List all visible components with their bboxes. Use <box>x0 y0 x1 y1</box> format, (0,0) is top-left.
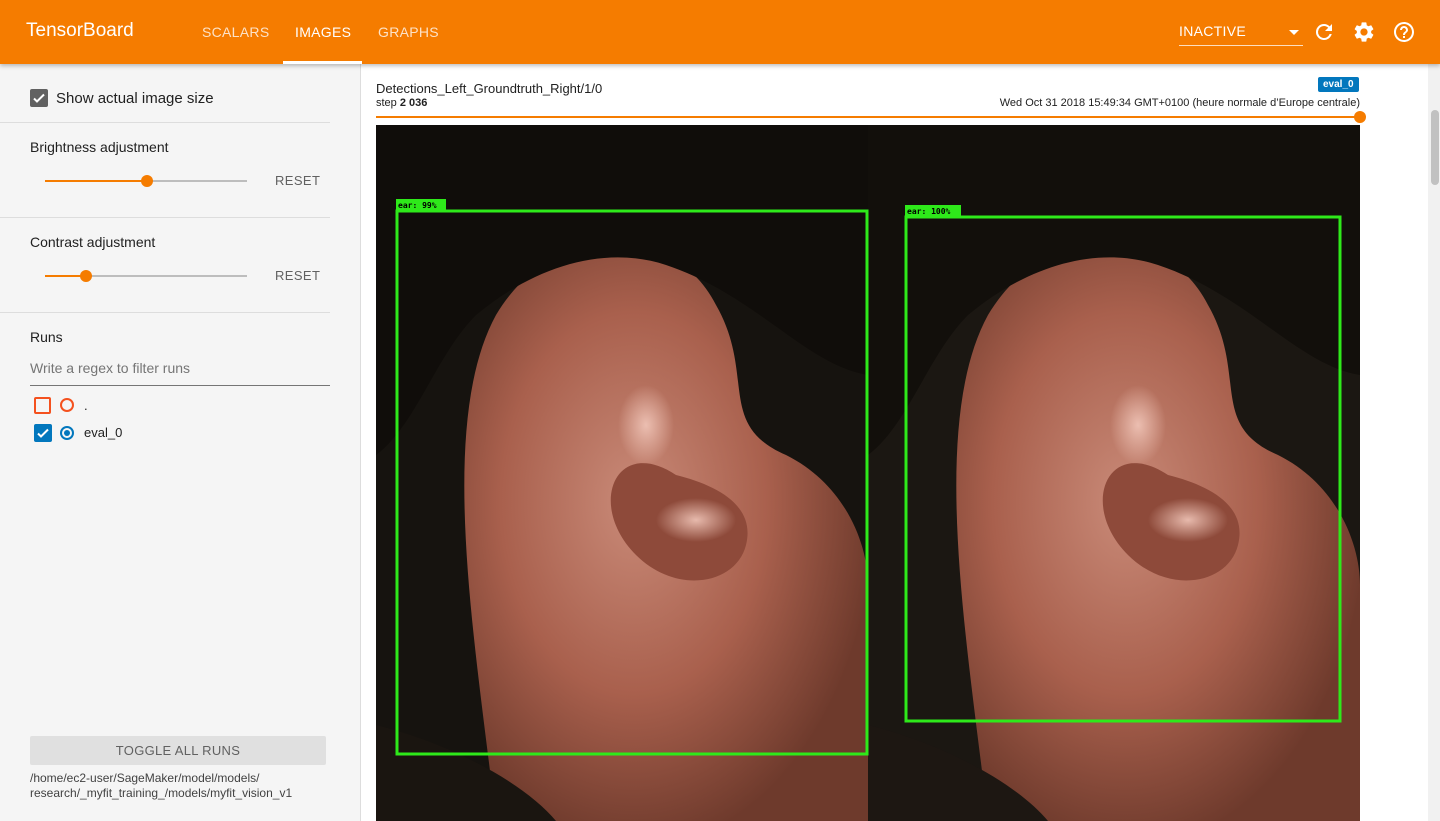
run-status-value: INACTIVE <box>1179 23 1246 39</box>
contrast-slider-knob[interactable] <box>80 270 92 282</box>
image-card-tag: Detections_Left_Groundtruth_Right/1/0 <box>376 81 603 96</box>
active-tab-indicator <box>283 61 362 64</box>
top-app-bar: TensorBoard SCALARS IMAGES GRAPHS INACTI… <box>0 0 1440 64</box>
section-divider <box>0 217 330 218</box>
right-panel <box>868 125 1360 821</box>
tab-images[interactable]: IMAGES <box>295 24 351 40</box>
step-slider-track[interactable] <box>376 116 1360 118</box>
logdir-path: /home/ec2-user/SageMaker/model/models/ r… <box>30 771 340 801</box>
chevron-down-icon <box>1289 30 1299 35</box>
show-actual-size-label: Show actual image size <box>56 90 214 107</box>
brightness-label: Brightness adjustment <box>30 139 169 155</box>
toggle-all-runs-button[interactable]: TOGGLE ALL RUNS <box>30 736 326 765</box>
tab-scalars[interactable]: SCALARS <box>202 24 269 40</box>
run-badge: eval_0 <box>1318 77 1359 92</box>
section-divider <box>0 122 330 123</box>
run-name-eval-0: eval_0 <box>84 425 123 440</box>
wall-time: Wed Oct 31 2018 15:49:34 GMT+0100 (heure… <box>999 97 1360 109</box>
settings-gear-icon[interactable] <box>1352 20 1376 44</box>
run-checkbox-eval-0[interactable] <box>34 424 52 442</box>
detection-label-right: ear: 100% <box>907 207 951 216</box>
sidebar: Show actual image size Brightness adjust… <box>0 64 361 821</box>
detection-image: ear: 99% ear: 100% <box>376 125 1360 821</box>
logdir-path-line: /home/ec2-user/SageMaker/model/models/ <box>30 771 260 785</box>
ear-detection-image: ear: 99% ear: 100% <box>376 125 1360 821</box>
left-panel <box>376 125 868 821</box>
refresh-icon[interactable] <box>1312 20 1336 44</box>
detection-label-left: ear: 99% <box>398 201 437 210</box>
section-divider <box>0 312 330 313</box>
run-color-radio-dot[interactable] <box>60 398 74 412</box>
step-value: 2 036 <box>399 97 428 109</box>
main-content: Detections_Left_Groundtruth_Right/1/0 ev… <box>362 64 1440 821</box>
runs-title: Runs <box>30 329 63 345</box>
scrollbar-thumb[interactable] <box>1431 110 1439 185</box>
contrast-label: Contrast adjustment <box>30 234 156 250</box>
run-status-dropdown[interactable]: INACTIVE <box>1179 22 1303 46</box>
step-text: step <box>376 97 397 109</box>
app-title: TensorBoard <box>26 20 134 41</box>
runs-filter-input[interactable] <box>30 360 330 376</box>
run-name-dot: . <box>84 398 88 413</box>
logdir-path-line: research/_myfit_training_/models/myfit_v… <box>30 786 293 800</box>
tab-graphs[interactable]: GRAPHS <box>378 24 439 40</box>
brightness-slider-knob[interactable] <box>141 175 153 187</box>
show-actual-size-checkbox[interactable] <box>30 89 48 107</box>
contrast-reset-button[interactable]: RESET <box>275 268 320 283</box>
brightness-slider-fill <box>45 180 147 182</box>
step-label: step 2 036 <box>376 97 427 109</box>
run-color-radio-eval-0[interactable] <box>60 426 74 440</box>
help-circle-icon[interactable] <box>1392 20 1416 44</box>
run-checkbox-dot[interactable] <box>34 397 51 414</box>
runs-filter-field[interactable] <box>30 360 330 386</box>
brightness-reset-button[interactable]: RESET <box>275 173 320 188</box>
step-slider-knob[interactable] <box>1354 111 1366 123</box>
